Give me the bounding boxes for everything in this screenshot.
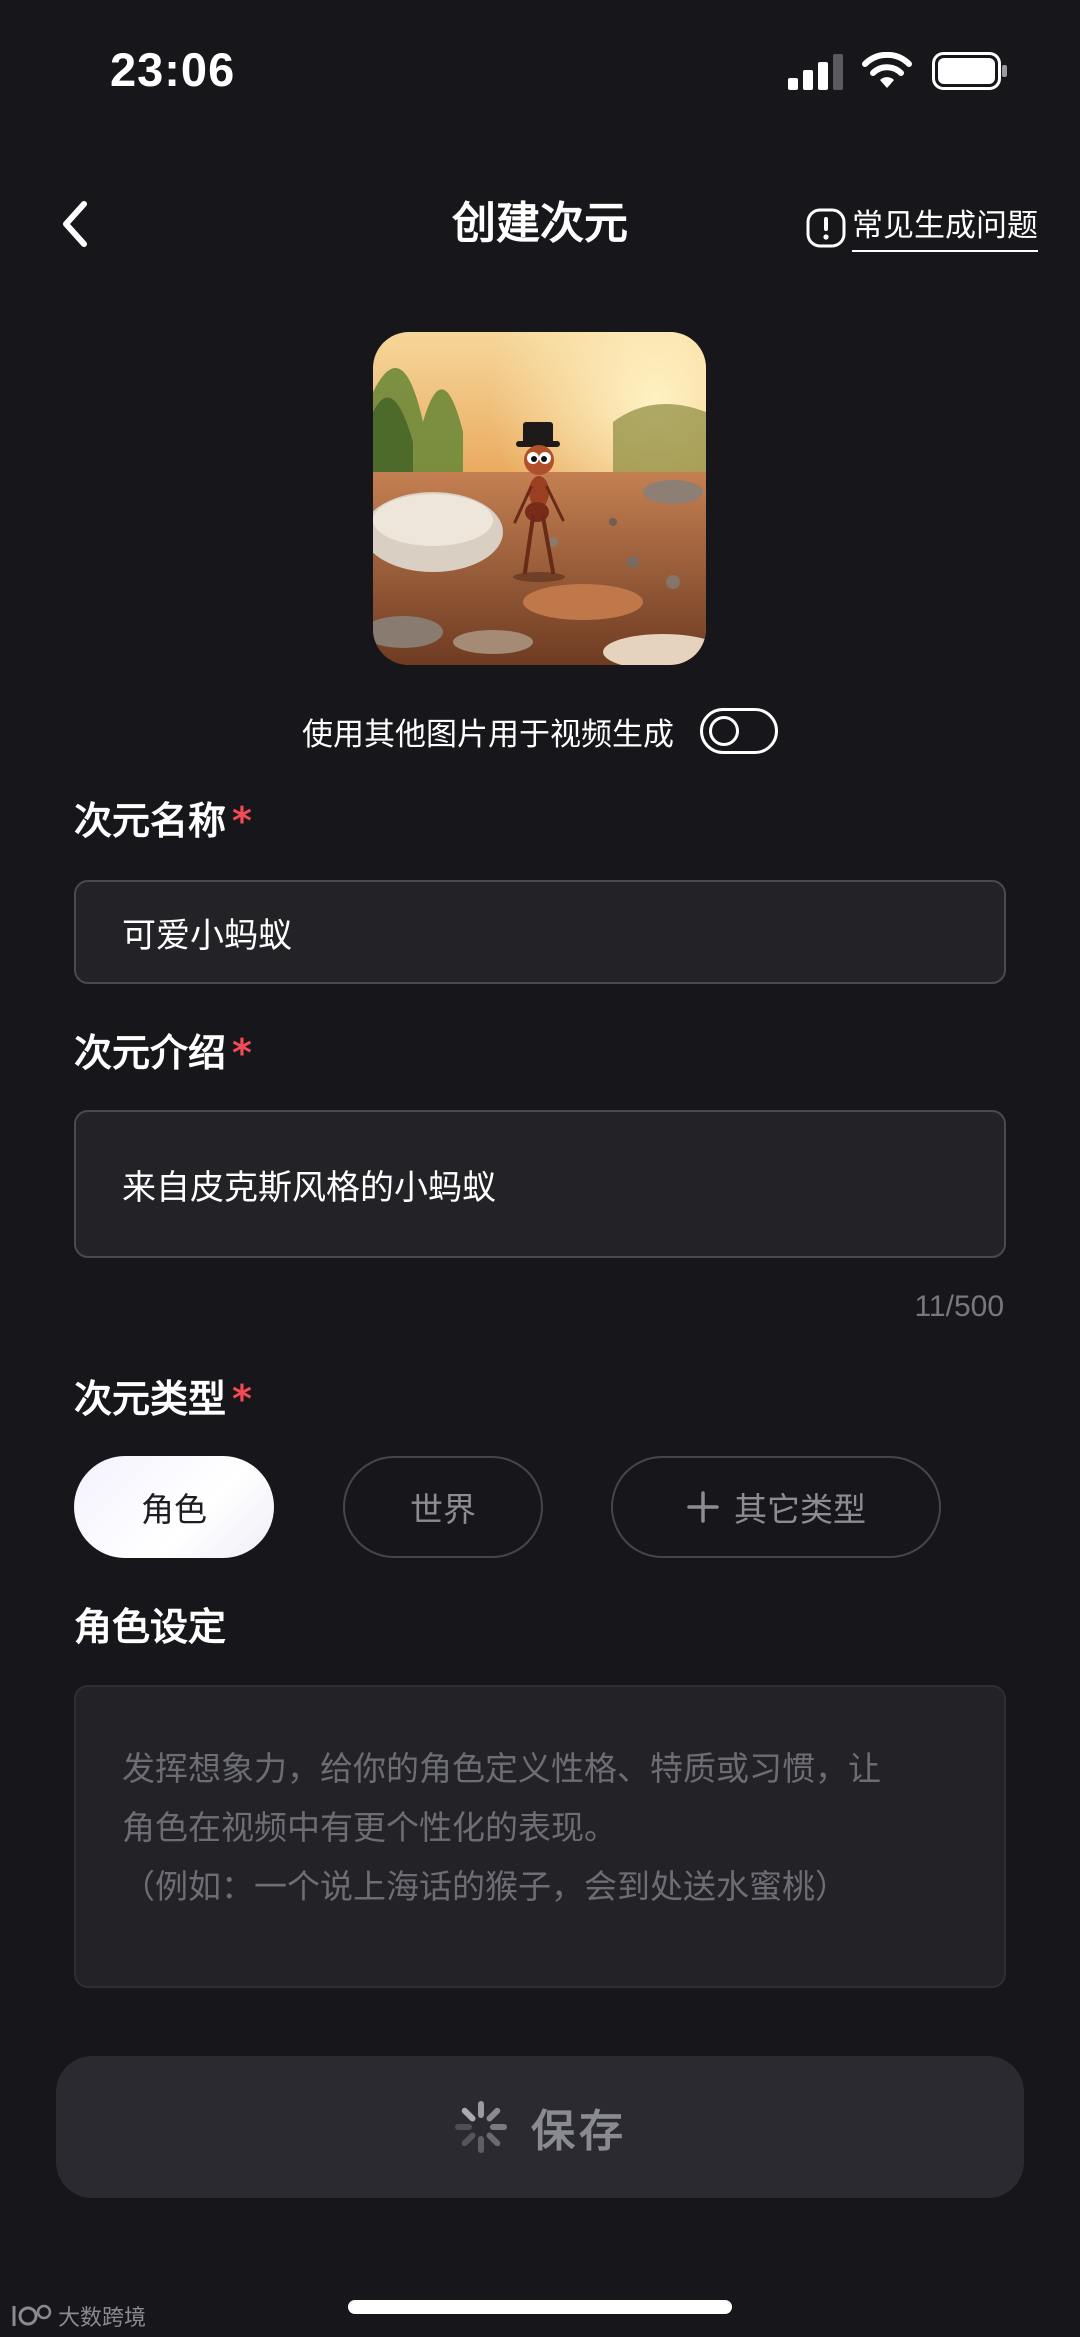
required-star: * <box>232 1377 252 1421</box>
alt-image-toggle-label: 使用其他图片用于视频生成 <box>302 716 674 753</box>
save-button[interactable]: 保存 <box>56 2056 1024 2198</box>
name-label: 次元名称 * <box>74 799 252 843</box>
plus-icon <box>687 1491 719 1523</box>
watermark-text: 大数跨境 <box>58 2306 147 2331</box>
alt-image-toggle-row: 使用其他图片用于视频生成 <box>0 706 1080 756</box>
type-chip-label: 其它类型 <box>734 1490 866 1529</box>
signal-icon <box>788 54 843 90</box>
setting-placeholder-line: （例如：一个说上海话的猴子，会到处送水蜜桃） <box>122 1867 848 1906</box>
required-star: * <box>232 799 252 843</box>
watermark-logo-icon <box>12 2304 52 2326</box>
home-indicator[interactable] <box>348 2300 732 2314</box>
name-input[interactable]: 可爱小蚂蚁 <box>74 880 1006 984</box>
status-time: 23:06 <box>110 43 236 96</box>
save-label: 保存 <box>531 2106 627 2157</box>
intro-char-count: 11/500 <box>914 1290 1004 1323</box>
info-icon <box>806 208 846 248</box>
type-label: 次元类型 * <box>74 1377 252 1421</box>
setting-placeholder-line: 角色在视频中有更个性化的表现。 <box>122 1808 617 1847</box>
intro-input[interactable]: 来自皮克斯风格的小蚂蚁 <box>74 1110 1006 1258</box>
alt-image-toggle[interactable] <box>700 708 778 754</box>
name-input-value: 可爱小蚂蚁 <box>122 915 292 956</box>
faq-link[interactable]: 常见生成问题 <box>806 200 1038 256</box>
type-chip-world[interactable]: 世界 <box>343 1456 543 1558</box>
setting-textarea[interactable]: 发挥想象力，给你的角色定义性格、特质或习惯，让 角色在视频中有更个性化的表现。 … <box>74 1685 1006 1988</box>
toggle-knob <box>709 716 739 746</box>
intro-label: 次元介绍 * <box>74 1031 252 1075</box>
required-star: * <box>232 1031 252 1075</box>
status-bar: 23:06 <box>0 0 1080 140</box>
setting-label: 角色设定 <box>74 1605 227 1649</box>
faq-label: 常见生成问题 <box>852 204 1038 252</box>
type-chip-label: 角色 <box>141 1490 207 1529</box>
ant-character-image <box>373 332 706 665</box>
type-chip-other[interactable]: 其它类型 <box>611 1456 941 1558</box>
cover-image[interactable] <box>373 332 706 665</box>
intro-input-value: 来自皮克斯风格的小蚂蚁 <box>122 1167 496 1208</box>
setting-placeholder-line: 发挥想象力，给你的角色定义性格、特质或习惯，让 <box>122 1749 881 1788</box>
type-chip-role[interactable]: 角色 <box>74 1456 274 1558</box>
spinner-icon <box>455 2101 507 2153</box>
battery-icon <box>932 52 1007 90</box>
watermark: 大数跨境 <box>10 2300 146 2332</box>
wifi-icon <box>862 52 912 88</box>
type-chip-label: 世界 <box>410 1490 476 1529</box>
